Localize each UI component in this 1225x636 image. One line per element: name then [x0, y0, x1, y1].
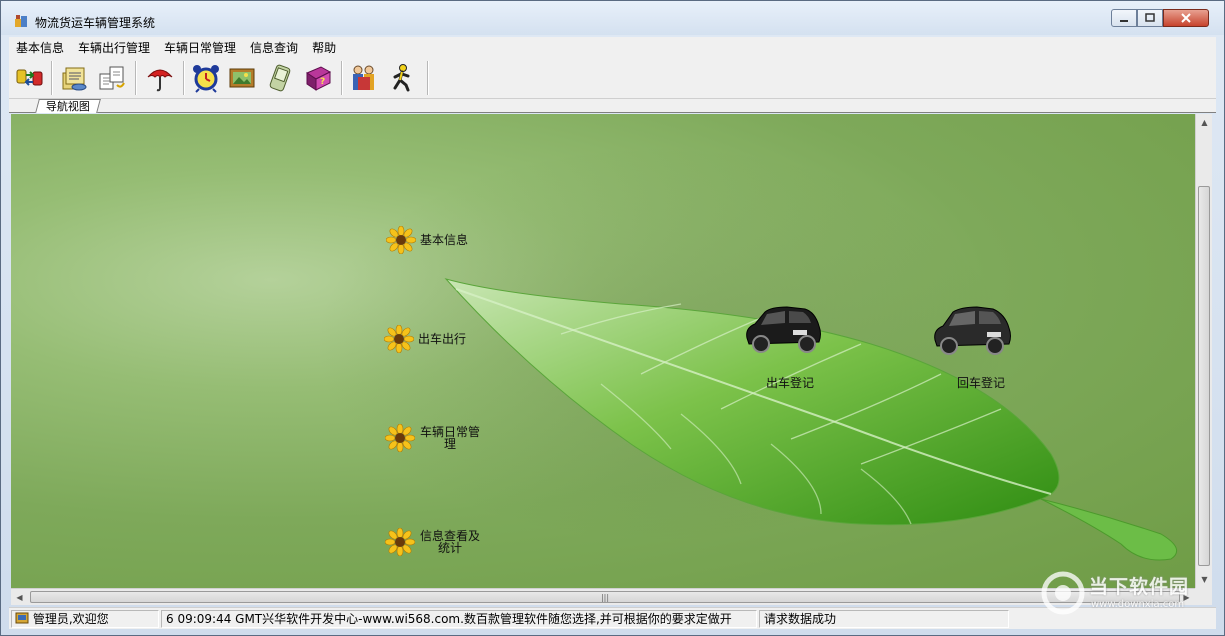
toolbar-separator	[135, 61, 136, 95]
toolbar-swap-files-button[interactable]	[95, 61, 129, 95]
sunflower-icon	[385, 528, 415, 556]
picture-frame-icon	[229, 68, 255, 88]
toolbar-documents-button[interactable]	[57, 61, 91, 95]
watermark-url: www.downxia.com	[1091, 599, 1185, 610]
watermark-title: 当下软件园	[1089, 576, 1190, 598]
watermark-logo-icon	[1041, 571, 1085, 615]
menu-basic-info[interactable]: 基本信息	[9, 39, 71, 56]
toolbar-help-book-button[interactable]: ?	[301, 61, 335, 95]
status-user: 管理员,欢迎您	[32, 612, 109, 626]
title-bar[interactable]: 物流货运车辆管理系统	[1, 1, 1224, 35]
nav-daily-management[interactable]: 车辆日常管理	[385, 424, 481, 452]
toolbar-separator	[427, 61, 428, 95]
toolbar-umbrella-button[interactable]	[143, 61, 177, 95]
menu-trip-management[interactable]: 车辆出行管理	[71, 39, 157, 56]
close-button[interactable]	[1163, 9, 1209, 27]
toolbar-separator	[51, 61, 52, 95]
status-bar: 管理员,欢迎您 6 09:09:44 GMT兴华软件开发中心-www.wi568…	[9, 607, 1216, 629]
maximize-button[interactable]	[1137, 9, 1163, 27]
maximize-icon	[1145, 13, 1155, 22]
nav-basic-info[interactable]: 基本信息	[386, 226, 468, 254]
toolbar: ?	[9, 57, 1216, 99]
users-group-icon	[353, 65, 374, 90]
tab-strip: 导航视图	[9, 99, 1216, 113]
scroll-left-button[interactable]: ◀	[11, 589, 28, 606]
toolbar-picture-button[interactable]	[225, 61, 259, 95]
toolbar-exit-button[interactable]	[385, 61, 419, 95]
tab-label: 导航视图	[45, 100, 90, 113]
transfer-icon	[16, 69, 43, 86]
nav-dispatch[interactable]: 出车出行	[384, 325, 466, 353]
window-title: 物流货运车辆管理系统	[35, 16, 156, 30]
car-label-return: 回车登记	[957, 376, 1006, 390]
user-icon	[15, 612, 29, 624]
sunflower-icon	[385, 424, 415, 452]
horizontal-scroll-thumb[interactable]: |||	[30, 591, 1180, 603]
help-book-icon: ?	[305, 66, 332, 91]
svg-text:?: ?	[320, 77, 325, 87]
sunflower-icon	[386, 226, 416, 254]
close-icon	[1181, 13, 1191, 23]
car-label-dispatch: 出车登记	[766, 376, 815, 390]
scroll-up-button[interactable]: ▲	[1196, 114, 1213, 131]
car-icon	[746, 306, 821, 353]
menu-info-query[interactable]: 信息查询	[243, 39, 305, 56]
nav-info-statistics[interactable]: 信息查看及统计	[385, 528, 481, 556]
minimize-button[interactable]	[1111, 9, 1137, 27]
toolbar-alarm-button[interactable]	[189, 61, 223, 95]
nav-label: 信息查看及统计	[419, 529, 480, 555]
car-icon	[934, 306, 1011, 355]
minimize-icon	[1120, 20, 1128, 22]
menu-daily-management[interactable]: 车辆日常管理	[157, 39, 243, 56]
nav-label: 出车出行	[418, 332, 467, 346]
running-man-icon	[393, 64, 410, 92]
toolbar-separator	[183, 61, 184, 95]
toolbar-pda-button[interactable]	[263, 61, 297, 95]
app-icon	[15, 15, 27, 27]
status-user-cell: 管理员,欢迎您	[11, 610, 159, 628]
sunflower-icon	[384, 325, 414, 353]
navigation-canvas: 基本信息 出车出行 车辆日常管理 信息查看及统计 出车登记 回车登记	[11, 114, 1195, 588]
horizontal-scrollbar[interactable]: ◀ ||| ▶	[11, 588, 1195, 605]
car-dispatch-register[interactable]	[741, 304, 823, 361]
app-window: 物流货运车辆管理系统 基本信息 车辆出行管理 车辆日常管理 信息查询 帮助 ? …	[0, 0, 1225, 636]
watermark: 当下软件园 www.downxia.com	[1041, 569, 1211, 619]
nav-label: 车辆日常管理	[419, 425, 480, 451]
alarm-clock-icon	[193, 65, 219, 93]
toolbar-separator	[341, 61, 342, 95]
toolbar-users-button[interactable]	[347, 61, 381, 95]
status-result: 请求数据成功	[759, 610, 1009, 628]
menu-help[interactable]: 帮助	[305, 39, 343, 56]
car-return-register[interactable]	[931, 304, 1013, 361]
status-message: 6 09:09:44 GMT兴华软件开发中心-www.wi568.com.数百款…	[161, 610, 757, 628]
vertical-scroll-thumb[interactable]	[1198, 186, 1210, 566]
document-stack-icon	[62, 67, 87, 91]
tab-navigation-view[interactable]: 导航视图	[35, 99, 101, 113]
nav-label: 基本信息	[420, 233, 469, 247]
handheld-pda-icon	[269, 64, 291, 92]
files-swap-icon	[99, 66, 125, 90]
umbrella-icon	[147, 69, 173, 92]
toolbar-transfer-button[interactable]	[13, 61, 47, 95]
menu-bar: 基本信息 车辆出行管理 车辆日常管理 信息查询 帮助	[9, 37, 1216, 57]
vertical-scrollbar[interactable]: ▲ ▼	[1195, 114, 1212, 588]
